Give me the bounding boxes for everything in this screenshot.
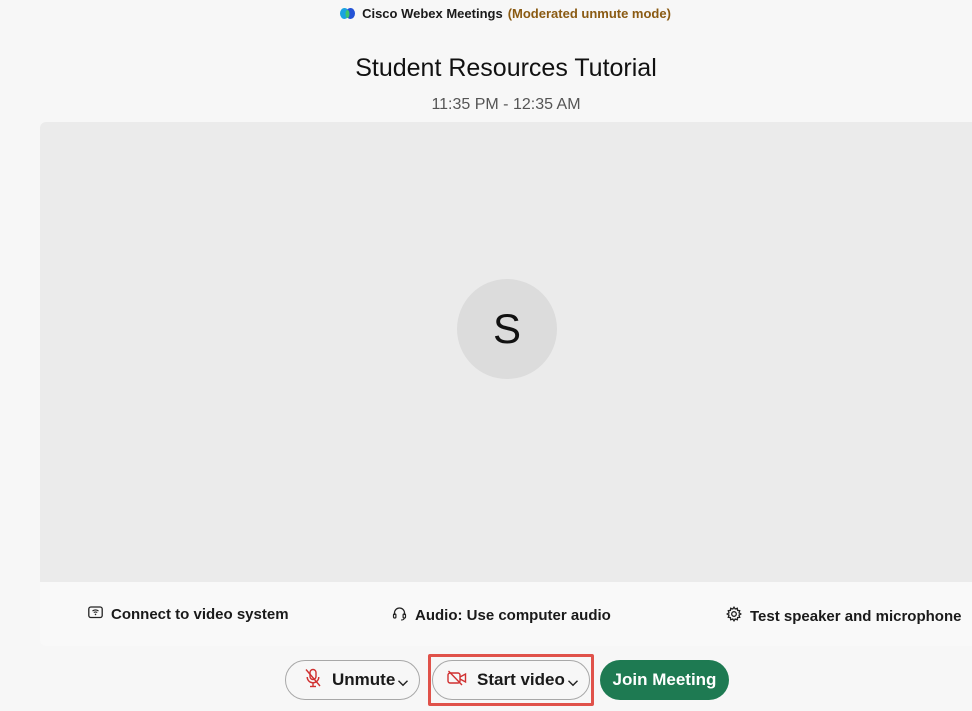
meeting-controls: Unmute Start video Join Meeting (0, 654, 972, 706)
unmute-label: Unmute (332, 670, 396, 689)
join-options-bar: Connect to video system Audio: Use compu… (40, 582, 972, 646)
test-speaker-mic-label: Test speaker and microphone (750, 607, 962, 625)
video-off-icon (447, 670, 467, 691)
chevron-down-icon[interactable] (567, 674, 579, 694)
connect-video-system-button[interactable]: Connect to video system (88, 606, 289, 623)
avatar: S (457, 279, 557, 379)
start-video-label: Start video (477, 670, 565, 689)
test-speaker-mic-button[interactable]: Test speaker and microphone (726, 606, 961, 626)
start-video-button[interactable]: Start video (432, 660, 590, 700)
meeting-title: Student Resources Tutorial (355, 54, 657, 82)
video-system-icon (88, 606, 111, 623)
meeting-time: 11:35 PM - 12:35 AM (431, 96, 581, 113)
app-name: Cisco Webex Meetings (362, 6, 503, 21)
chevron-down-icon[interactable] (397, 674, 409, 694)
audio-option-label: Audio: Use computer audio (415, 607, 611, 624)
audio-option-button[interactable]: Audio: Use computer audio (392, 606, 611, 625)
connect-video-system-label: Connect to video system (111, 606, 289, 623)
gear-icon (726, 606, 750, 626)
join-meeting-button[interactable]: Join Meeting (600, 660, 729, 700)
headset-icon (392, 606, 415, 625)
app-titlebar: Cisco Webex Meetings (Moderated unmute m… (0, 6, 972, 21)
video-preview: S (40, 122, 972, 582)
mic-muted-icon (304, 668, 322, 693)
unmute-button[interactable]: Unmute (285, 660, 420, 700)
webex-logo-icon (339, 7, 356, 20)
mode-label: (Moderated unmute mode) (507, 6, 671, 21)
